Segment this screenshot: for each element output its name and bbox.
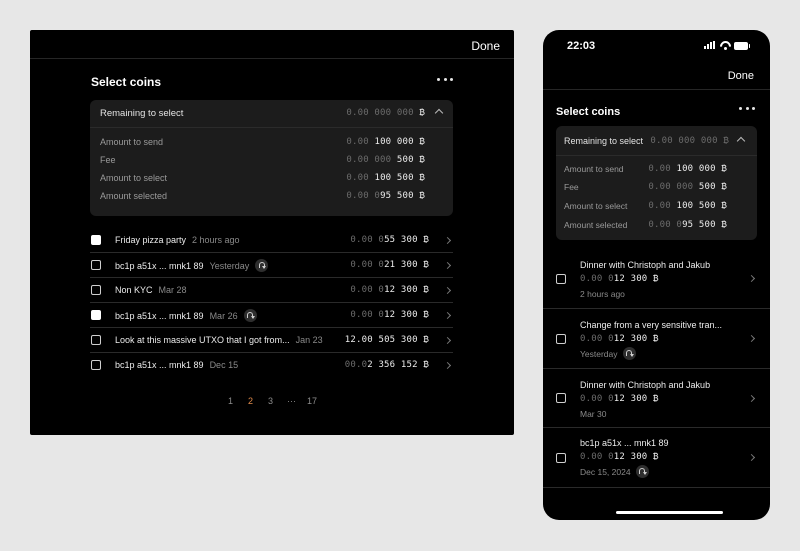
signal-icon [704, 41, 715, 49]
summary-row-amount-to-send: Amount to send 0.00 100 000 ₿ [564, 164, 727, 174]
coin-row[interactable]: bc1p a51x ... mnk1 89 Mar 26 0.00 012 300… [90, 303, 453, 328]
coin-amount: 0.00 012 300 ₿ [580, 394, 659, 404]
done-button[interactable]: Done [728, 70, 754, 82]
chevron-up-icon[interactable] [736, 136, 746, 146]
page-title: Select coins [91, 75, 162, 89]
summary-row-amount-to-select: Amount to select 0.00 100 500 ₿ [100, 173, 425, 183]
coin-checkbox[interactable] [556, 453, 566, 463]
status-time: 22:03 [567, 40, 596, 52]
divider [543, 89, 770, 90]
home-indicator[interactable] [616, 511, 723, 514]
remaining-amount: 0.00 000 000 ₿ [650, 136, 729, 146]
page-17[interactable]: 17 [307, 396, 317, 406]
coin-checkbox[interactable] [91, 335, 101, 345]
summary-row-amount-selected: Amount selected 0.00 095 500 ₿ [564, 220, 727, 230]
change-return-icon [622, 347, 636, 360]
coin-amount: 12.00 505 300 ₿ [344, 335, 429, 345]
chevron-right-icon[interactable] [443, 261, 452, 270]
selection-summary-card: Remaining to select 0.00 000 000 ₿ Amoun… [556, 126, 757, 240]
status-icons [704, 41, 750, 51]
change-return-icon [635, 465, 649, 478]
coin-amount: 0.00 012 300 ₿ [350, 285, 429, 295]
coin-row[interactable]: Dinner with Christoph and Jakub 0.00 012… [543, 249, 770, 309]
summary-toggle[interactable]: Remaining to select 0.00 000 000 ₿ [90, 100, 453, 128]
summary-row-amount-to-send: Amount to send 0.00 100 000 ₿ [100, 137, 425, 147]
selection-summary-card: Remaining to select 0.00 000 000 ₿ Amoun… [90, 100, 453, 216]
coin-row[interactable]: Non KYC Mar 28 0.00 012 300 ₿ [90, 278, 453, 303]
coin-row[interactable]: bc1p a51x ... mnk1 89 Yesterday 0.00 021 … [90, 253, 453, 278]
remaining-amount: 0.00 000 000 ₿ [346, 108, 425, 118]
chevron-right-icon[interactable] [443, 236, 452, 245]
coin-row[interactable]: Friday pizza party 2 hours ago 0.00 055 3… [90, 228, 453, 253]
mobile-coin-select-screen: 22:03 Done Select coins Remaining to sel… [543, 30, 770, 520]
coin-checkbox[interactable] [556, 274, 566, 284]
chevron-right-icon[interactable] [747, 453, 756, 462]
coin-amount: 0.00 012 300 ₿ [350, 310, 429, 320]
coin-amount: 0.00 012 300 ₿ [580, 334, 659, 344]
coin-checkbox[interactable] [91, 360, 101, 370]
chevron-right-icon[interactable] [443, 361, 452, 370]
chevron-up-icon[interactable] [434, 108, 444, 118]
chevron-right-icon[interactable] [747, 394, 756, 403]
page-3[interactable]: 3 [268, 396, 273, 406]
chevron-right-icon[interactable] [443, 311, 452, 320]
page-2-current[interactable]: 2 [248, 396, 253, 406]
summary-row-amount-selected: Amount selected 0.00 095 500 ₿ [100, 191, 425, 201]
remaining-label: Remaining to select [564, 136, 644, 146]
summary-row-amount-to-select: Amount to select 0.00 100 500 ₿ [564, 201, 727, 211]
more-options-icon[interactable] [437, 73, 453, 85]
coin-row[interactable]: Dinner with Christoph and Jakub 0.00 012… [543, 369, 770, 428]
summary-toggle[interactable]: Remaining to select 0.00 000 000 ₿ [556, 126, 757, 156]
coin-checkbox[interactable] [91, 285, 101, 295]
coin-amount: 0.00 055 300 ₿ [350, 235, 429, 245]
page-title: Select coins [556, 106, 621, 118]
wifi-icon [720, 41, 731, 50]
battery-icon [734, 42, 750, 50]
coin-amount: 0.00 021 300 ₿ [350, 260, 429, 270]
change-return-icon [255, 259, 269, 272]
summary-row-fee: Fee 0.00 000 500 ₿ [564, 182, 727, 192]
chevron-right-icon[interactable] [747, 274, 756, 283]
chevron-right-icon[interactable] [443, 336, 452, 345]
page-ellipsis: ··· [287, 396, 296, 406]
page-1[interactable]: 1 [228, 396, 233, 406]
coin-checkbox[interactable] [556, 393, 566, 403]
mobile-header: Select coins [556, 102, 755, 118]
coin-row[interactable]: Look at this massive UTXO that I got fro… [90, 328, 453, 353]
coin-row[interactable]: bc1p a51x ... mnk1 89 0.00 012 300 ₿ Dec… [543, 428, 770, 488]
coin-row[interactable]: bc1p a51x ... mnk1 89 Dec 15 00.02 356 15… [90, 353, 453, 378]
chevron-right-icon[interactable] [443, 286, 452, 295]
summary-row-fee: Fee 0.00 000 500 ₿ [100, 155, 425, 165]
desktop-coin-select-panel: Done Select coins Remaining to select 0.… [30, 30, 514, 435]
more-options-icon[interactable] [739, 102, 755, 114]
coin-checkbox[interactable] [91, 260, 101, 270]
coin-row[interactable]: Change from a very sensitive tran... 0.0… [543, 309, 770, 369]
desktop-top-bar: Done [30, 30, 514, 59]
coin-checkbox[interactable] [556, 334, 566, 344]
coin-amount: 0.00 012 300 ₿ [580, 452, 659, 462]
remaining-label: Remaining to select [100, 108, 184, 119]
coin-amount: 0.00 012 300 ₿ [580, 274, 659, 284]
chevron-right-icon[interactable] [747, 334, 756, 343]
coin-checkbox[interactable] [91, 235, 101, 245]
done-button[interactable]: Done [471, 39, 500, 53]
desktop-header: Select coins [91, 73, 453, 89]
coin-amount: 00.02 356 152 ₿ [344, 360, 429, 370]
coin-checkbox[interactable] [91, 310, 101, 320]
change-return-icon [243, 309, 257, 322]
